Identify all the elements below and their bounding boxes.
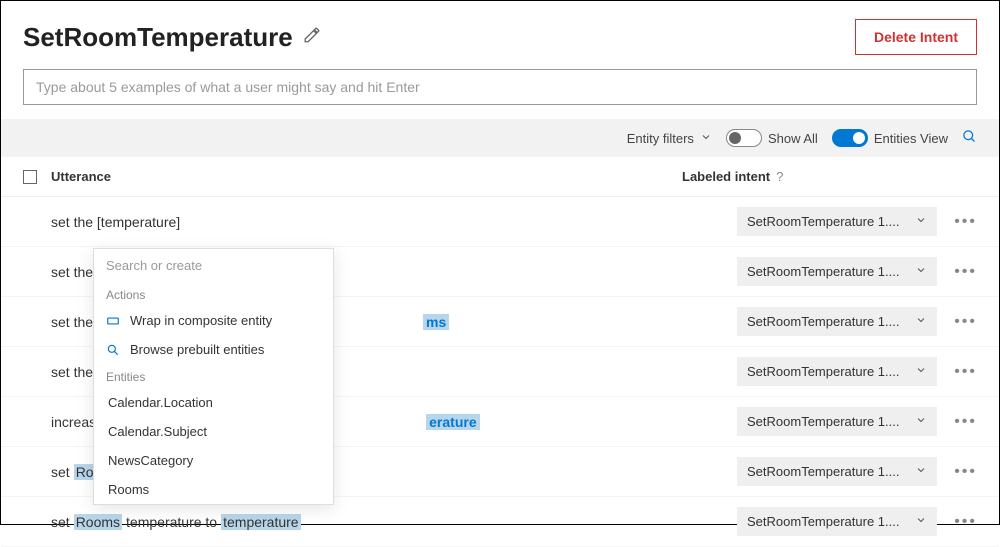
intent-label: SetRoomTemperature 1.... — [747, 264, 899, 279]
intent-select[interactable]: SetRoomTemperature 1.... — [737, 457, 937, 486]
entity-highlight: Rooms — [74, 514, 122, 530]
table-header: Utterance Labeled intent ? — [1, 157, 999, 197]
chevron-down-icon — [915, 414, 927, 429]
utterance-fragment: set — [51, 514, 70, 530]
entities-view-label: Entities View — [874, 131, 948, 146]
entity-filters-button[interactable]: Entity filters — [627, 131, 712, 146]
chevron-down-icon — [700, 131, 712, 146]
utterance-fragment: temperature to — [126, 514, 217, 530]
intent-select[interactable]: SetRoomTemperature 1.... — [737, 407, 937, 436]
entity-option[interactable]: NewsCategory — [94, 446, 333, 475]
intent-label: SetRoomTemperature 1.... — [747, 464, 899, 479]
entity-highlight: ms — [423, 314, 449, 330]
more-icon[interactable]: ••• — [937, 513, 977, 531]
intent-select[interactable]: SetRoomTemperature 1.... — [737, 307, 937, 336]
entities-view-toggle[interactable] — [832, 129, 868, 147]
composite-icon — [106, 314, 120, 328]
entity-option-label: Rooms — [108, 482, 149, 497]
utterance-text[interactable]: set Rooms temperature to temperature — [51, 514, 737, 530]
entities-view-toggle-group: Entities View — [832, 129, 948, 147]
browse-prebuilt-action[interactable]: Browse prebuilt entities — [94, 335, 333, 364]
more-icon[interactable]: ••• — [937, 263, 977, 281]
select-all-checkbox[interactable] — [23, 170, 37, 184]
intent-label: SetRoomTemperature 1.... — [747, 214, 899, 229]
utterance-fragment: set the — [51, 264, 93, 280]
page-header: SetRoomTemperature Delete Intent — [1, 1, 999, 69]
entity-option[interactable]: Calendar.Location — [94, 388, 333, 417]
utterance-fragment: set the — [51, 314, 93, 330]
chevron-down-icon — [915, 464, 927, 479]
filter-bar: Entity filters Show All Entities View — [1, 119, 999, 157]
chevron-down-icon — [915, 314, 927, 329]
intent-select[interactable]: SetRoomTemperature 1.... — [737, 507, 937, 536]
example-input[interactable] — [23, 69, 977, 105]
intent-label: SetRoomTemperature 1.... — [747, 414, 899, 429]
table-row: set the [temperature] SetRoomTemperature… — [1, 197, 999, 247]
intent-select[interactable]: SetRoomTemperature 1.... — [737, 257, 937, 286]
popup-search-input[interactable] — [94, 249, 333, 282]
wrap-composite-action[interactable]: Wrap in composite entity — [94, 306, 333, 335]
menu-item-label: Browse prebuilt entities — [130, 342, 264, 357]
popup-entities-label: Entities — [94, 364, 333, 388]
search-icon — [106, 343, 120, 357]
entity-highlight: temperature — [221, 514, 300, 530]
entity-option[interactable]: Calendar.Subject — [94, 417, 333, 446]
utterance-fragment: set the [temperature] — [51, 214, 180, 230]
entity-option-label: Calendar.Location — [108, 395, 213, 410]
popup-actions-label: Actions — [94, 282, 333, 306]
show-all-label: Show All — [768, 131, 818, 146]
entity-option-label: Calendar.Subject — [108, 424, 207, 439]
more-icon[interactable]: ••• — [937, 413, 977, 431]
entity-popup: Actions Wrap in composite entity Browse … — [93, 248, 334, 505]
intent-label: SetRoomTemperature 1.... — [747, 364, 899, 379]
show-all-toggle-group: Show All — [726, 129, 818, 147]
chevron-down-icon — [915, 514, 927, 529]
edit-icon[interactable] — [303, 26, 321, 49]
example-input-wrap — [1, 69, 999, 119]
column-labeled-intent: Labeled intent ? — [682, 169, 977, 184]
title-wrap: SetRoomTemperature — [23, 22, 321, 53]
chevron-down-icon — [915, 214, 927, 229]
entity-option[interactable]: Rooms — [94, 475, 333, 504]
column-utterance: Utterance — [51, 169, 682, 184]
intent-select[interactable]: SetRoomTemperature 1.... — [737, 357, 937, 386]
intent-label: SetRoomTemperature 1.... — [747, 314, 899, 329]
search-icon[interactable] — [962, 129, 977, 147]
intent-label: SetRoomTemperature 1.... — [747, 514, 899, 529]
page-title: SetRoomTemperature — [23, 22, 293, 53]
utterance-fragment: increas — [51, 414, 96, 430]
utterance-fragment: set — [51, 464, 70, 480]
more-icon[interactable]: ••• — [937, 363, 977, 381]
entity-highlight: erature — [426, 414, 479, 430]
show-all-toggle[interactable] — [726, 129, 762, 147]
utterance-text[interactable]: set the [temperature] — [51, 214, 737, 230]
intent-select[interactable]: SetRoomTemperature 1.... — [737, 207, 937, 236]
chevron-down-icon — [915, 364, 927, 379]
help-icon[interactable]: ? — [776, 169, 783, 184]
entity-filters-label: Entity filters — [627, 131, 694, 146]
menu-item-label: Wrap in composite entity — [130, 313, 272, 328]
column-labeled-intent-label: Labeled intent — [682, 169, 770, 184]
entity-option-label: NewsCategory — [108, 453, 193, 468]
chevron-down-icon — [915, 264, 927, 279]
delete-intent-button[interactable]: Delete Intent — [855, 19, 977, 55]
utterance-fragment: set the — [51, 364, 93, 380]
more-icon[interactable]: ••• — [937, 313, 977, 331]
more-icon[interactable]: ••• — [937, 463, 977, 481]
more-icon[interactable]: ••• — [937, 213, 977, 231]
